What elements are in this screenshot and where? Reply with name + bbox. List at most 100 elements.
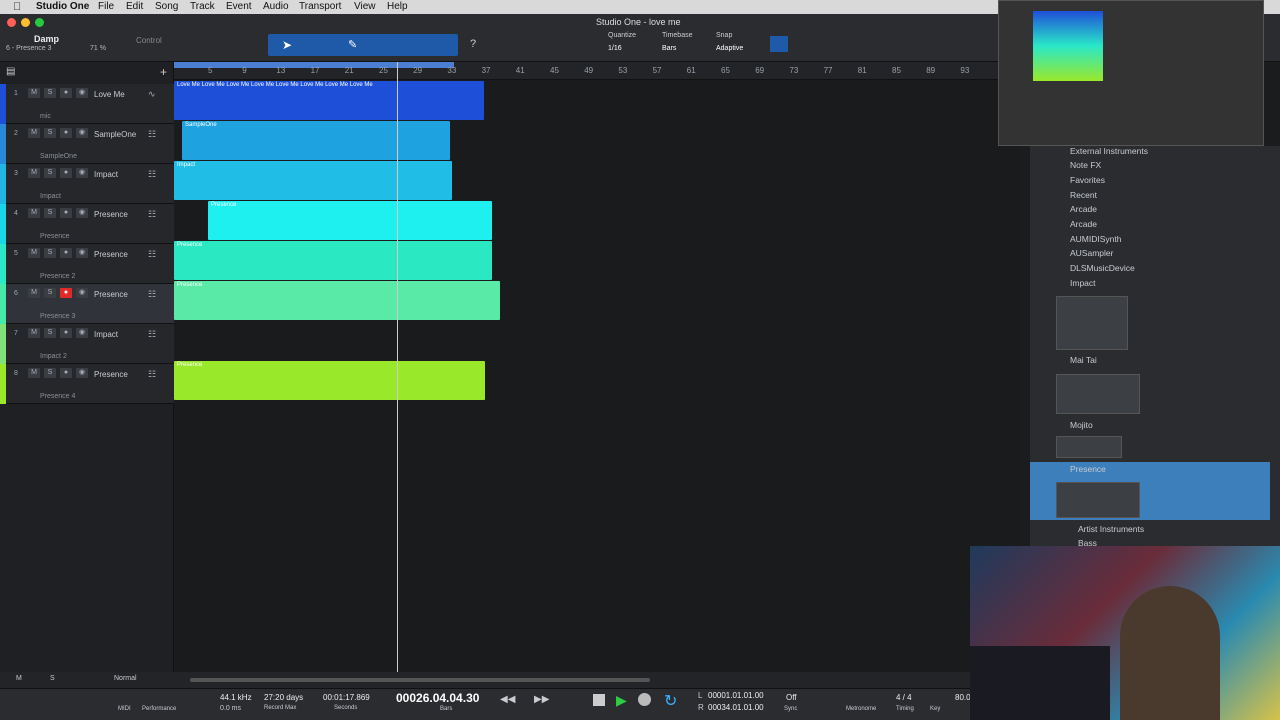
event-clip[interactable]: Presence — [174, 361, 485, 400]
event-clip[interactable]: Impact — [174, 161, 452, 200]
browser-item[interactable]: External Instruments — [1070, 146, 1148, 156]
play-icon[interactable]: ▶ — [616, 692, 627, 709]
browser-item[interactable]: Presence — [1070, 464, 1106, 474]
track-row[interactable]: 3 M S ● ◉ Impact Impact ☷ — [0, 164, 174, 204]
menu-track[interactable]: Track — [190, 1, 215, 12]
solo-button[interactable]: S — [44, 328, 56, 338]
monitor-button[interactable]: ◉ — [76, 288, 88, 298]
record-arm-button[interactable]: ● — [60, 248, 72, 258]
browser-item[interactable]: Note FX — [1070, 160, 1101, 170]
track-row[interactable]: 1 M S ● ◉ Love Me mic ∿ — [0, 84, 174, 124]
view-mode[interactable]: Normal — [114, 675, 137, 682]
mute-all[interactable]: M — [16, 675, 22, 682]
timeline-ruler[interactable]: 5 9 13 17 21 25 29 33 37 41 45 49 53 57 61 65 69 73 77 81 85… — [174, 62, 1020, 80]
arrange-view[interactable]: Love Me Love Me Love Me Love Me Love Me … — [174, 62, 1020, 672]
horizontal-scrollbar[interactable] — [190, 678, 650, 682]
preset-name[interactable]: Damp — [34, 34, 59, 44]
browser-item[interactable]: Impact — [1070, 278, 1096, 288]
presence-thumbnail[interactable] — [1056, 482, 1140, 518]
rewind-icon[interactable]: ◀◀ — [500, 694, 515, 705]
mute-button[interactable]: M — [28, 168, 40, 178]
mute-button[interactable]: M — [28, 368, 40, 378]
app-menu[interactable]: Studio One — [36, 1, 89, 12]
track-name[interactable]: Love Me — [94, 90, 125, 99]
mute-button[interactable]: M — [28, 88, 40, 98]
event-clip[interactable]: Love Me Love Me Love Me Love Me Love Me … — [174, 81, 484, 120]
record-arm-button[interactable]: ● — [60, 368, 72, 378]
track-instrument[interactable]: Presence 3 — [40, 313, 75, 320]
menu-event[interactable]: Event — [226, 1, 252, 12]
mute-button[interactable]: M — [28, 128, 40, 138]
timebase-value[interactable]: Bars — [662, 45, 676, 52]
track-instrument[interactable]: Presence 2 — [40, 273, 75, 280]
track-name[interactable]: Presence — [94, 370, 128, 379]
menu-file[interactable]: File — [98, 1, 114, 12]
solo-button[interactable]: S — [44, 168, 56, 178]
track-instrument[interactable]: Presence — [40, 233, 70, 240]
loop-left[interactable]: 00001.01.01.00 — [708, 691, 764, 700]
browser-item[interactable]: Mai Tai — [1070, 355, 1097, 365]
track-instrument[interactable]: Impact — [40, 193, 61, 200]
snap-value[interactable]: Adaptive — [716, 45, 743, 52]
track-name[interactable]: Impact — [94, 170, 118, 179]
mute-button[interactable]: M — [28, 328, 40, 338]
record-arm-button[interactable]: ● — [60, 128, 72, 138]
browser-item[interactable]: Arcade — [1070, 204, 1097, 214]
record-icon[interactable] — [638, 693, 651, 706]
solo-button[interactable]: S — [44, 208, 56, 218]
track-name[interactable]: Presence — [94, 210, 128, 219]
event-clip[interactable]: Presence — [174, 281, 500, 320]
menu-transport[interactable]: Transport — [299, 1, 341, 12]
track-name[interactable]: SampleOne — [94, 130, 136, 139]
track-name[interactable]: Presence — [94, 250, 128, 259]
monitor-button[interactable]: ◉ — [76, 168, 88, 178]
track-row[interactable]: 4 M S ● ◉ Presence Presence ☷ — [0, 204, 174, 244]
record-arm-button[interactable]: ● — [60, 288, 72, 298]
track-instrument[interactable]: SampleOne — [40, 153, 77, 160]
browser-item[interactable]: Recent — [1070, 190, 1097, 200]
event-clip[interactable]: SampleOne — [182, 121, 450, 160]
menu-song[interactable]: Song — [155, 1, 178, 12]
monitor-button[interactable]: ◉ — [76, 88, 88, 98]
menu-audio[interactable]: Audio — [263, 1, 289, 12]
browser-item[interactable]: AUSampler — [1070, 248, 1113, 258]
browser-item[interactable]: Arcade — [1070, 219, 1097, 229]
track-name[interactable]: Impact — [94, 330, 118, 339]
track-instrument[interactable]: Impact 2 — [40, 353, 67, 360]
record-arm-button[interactable]: ● — [60, 168, 72, 178]
track-instrument[interactable]: mic — [40, 113, 51, 120]
monitor-button[interactable]: ◉ — [76, 248, 88, 258]
snap-toggle-icon[interactable] — [770, 36, 788, 52]
menu-view[interactable]: View — [354, 1, 376, 12]
quantize-value[interactable]: 1/16 — [608, 45, 622, 52]
monitor-button[interactable]: ◉ — [76, 328, 88, 338]
record-arm-button[interactable]: ● — [60, 328, 72, 338]
loop-right[interactable]: 00034.01.01.00 — [708, 703, 764, 712]
time-signature[interactable]: 4 / 4 — [896, 693, 912, 702]
bars-position[interactable]: 00026.04.04.30 — [396, 691, 479, 705]
apple-icon[interactable]:  — [13, 1, 21, 13]
monitor-button[interactable]: ◉ — [76, 368, 88, 378]
minimize-icon[interactable] — [21, 18, 30, 27]
stop-icon[interactable] — [593, 694, 605, 706]
close-icon[interactable] — [7, 18, 16, 27]
mute-button[interactable]: M — [28, 288, 40, 298]
monitor-button[interactable]: ◉ — [76, 208, 88, 218]
browser-item[interactable]: Artist Instruments — [1078, 524, 1144, 534]
arrow-tool-icon[interactable]: ➤ — [282, 38, 292, 52]
record-arm-button[interactable]: ● — [60, 88, 72, 98]
track-instrument[interactable]: Presence 4 — [40, 393, 75, 400]
menu-help[interactable]: Help — [387, 1, 408, 12]
browser-item[interactable]: DLSMusicDevice — [1070, 263, 1135, 273]
zoom-level[interactable]: 71 % — [90, 45, 106, 52]
track-row[interactable]: 7 M S ● ◉ Impact Impact 2 ☷ — [0, 324, 174, 364]
browser-item[interactable]: AUMIDISynth — [1070, 234, 1122, 244]
monitor-button[interactable]: ◉ — [76, 128, 88, 138]
browser-item[interactable]: Favorites — [1070, 175, 1105, 185]
menu-edit[interactable]: Edit — [126, 1, 143, 12]
mute-button[interactable]: M — [28, 248, 40, 258]
solo-button[interactable]: S — [44, 248, 56, 258]
track-row[interactable]: 8 M S ● ◉ Presence Presence 4 ☷ — [0, 364, 174, 404]
fast-forward-icon[interactable]: ▶▶ — [534, 694, 549, 705]
impact-thumbnail[interactable] — [1056, 296, 1128, 350]
